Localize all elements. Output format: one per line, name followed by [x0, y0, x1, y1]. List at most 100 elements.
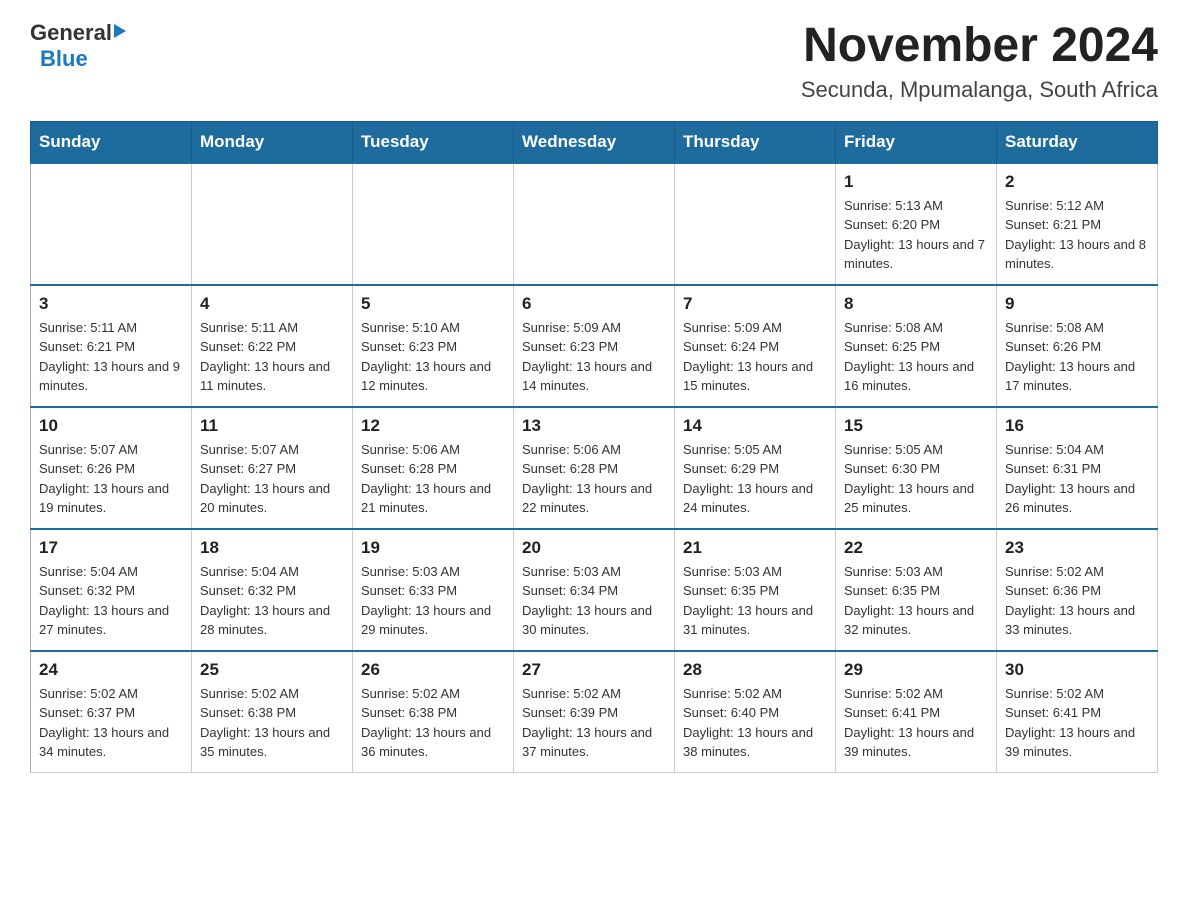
cell-sun-info: Sunrise: 5:03 AM Sunset: 6:34 PM Dayligh…: [522, 562, 666, 640]
cell-day-number: 6: [522, 294, 666, 314]
table-row: 19 Sunrise: 5:03 AM Sunset: 6:33 PM Dayli…: [353, 529, 514, 651]
table-row: [675, 163, 836, 285]
cell-day-number: 29: [844, 660, 988, 680]
calendar-title: November 2024: [801, 20, 1158, 73]
cell-sun-info: Sunrise: 5:09 AM Sunset: 6:24 PM Dayligh…: [683, 318, 827, 396]
calendar-week-row: 1 Sunrise: 5:13 AM Sunset: 6:20 PM Daylig…: [31, 163, 1158, 285]
cell-sun-info: Sunrise: 5:11 AM Sunset: 6:22 PM Dayligh…: [200, 318, 344, 396]
cell-day-number: 11: [200, 416, 344, 436]
logo-arrow-icon: [114, 24, 126, 38]
table-row: 10 Sunrise: 5:07 AM Sunset: 6:26 PM Dayli…: [31, 407, 192, 529]
cell-sun-info: Sunrise: 5:03 AM Sunset: 6:33 PM Dayligh…: [361, 562, 505, 640]
cell-sun-info: Sunrise: 5:02 AM Sunset: 6:40 PM Dayligh…: [683, 684, 827, 762]
table-row: 16Sunrise: 5:04 AM Sunset: 6:31 PM Dayli…: [997, 407, 1158, 529]
cell-day-number: 24: [39, 660, 183, 680]
cell-day-number: 4: [200, 294, 344, 314]
cell-sun-info: Sunrise: 5:02 AM Sunset: 6:41 PM Dayligh…: [844, 684, 988, 762]
table-row: 8Sunrise: 5:08 AM Sunset: 6:25 PM Daylig…: [836, 285, 997, 407]
cell-day-number: 12: [361, 416, 505, 436]
table-row: 28 Sunrise: 5:02 AM Sunset: 6:40 PM Dayli…: [675, 651, 836, 773]
table-row: 27 Sunrise: 5:02 AM Sunset: 6:39 PM Dayli…: [514, 651, 675, 773]
table-row: [192, 163, 353, 285]
table-row: 15 Sunrise: 5:05 AM Sunset: 6:30 PM Dayli…: [836, 407, 997, 529]
table-row: 2Sunrise: 5:12 AM Sunset: 6:21 PM Daylig…: [997, 163, 1158, 285]
cell-day-number: 10: [39, 416, 183, 436]
table-row: 20 Sunrise: 5:03 AM Sunset: 6:34 PM Dayli…: [514, 529, 675, 651]
calendar-week-row: 3Sunrise: 5:11 AM Sunset: 6:21 PM Daylig…: [31, 285, 1158, 407]
calendar-week-row: 17 Sunrise: 5:04 AM Sunset: 6:32 PM Dayli…: [31, 529, 1158, 651]
table-row: 29 Sunrise: 5:02 AM Sunset: 6:41 PM Dayli…: [836, 651, 997, 773]
cell-day-number: 25: [200, 660, 344, 680]
table-row: 5 Sunrise: 5:10 AM Sunset: 6:23 PM Daylig…: [353, 285, 514, 407]
cell-sun-info: Sunrise: 5:04 AM Sunset: 6:32 PM Dayligh…: [39, 562, 183, 640]
cell-day-number: 21: [683, 538, 827, 558]
cell-sun-info: Sunrise: 5:02 AM Sunset: 6:39 PM Dayligh…: [522, 684, 666, 762]
table-row: 23 Sunrise: 5:02 AM Sunset: 6:36 PM Dayli…: [997, 529, 1158, 651]
cell-day-number: 28: [683, 660, 827, 680]
calendar-week-row: 10 Sunrise: 5:07 AM Sunset: 6:26 PM Dayli…: [31, 407, 1158, 529]
cell-day-number: 5: [361, 294, 505, 314]
header-saturday: Saturday: [997, 121, 1158, 163]
header-thursday: Thursday: [675, 121, 836, 163]
cell-sun-info: Sunrise: 5:05 AM Sunset: 6:30 PM Dayligh…: [844, 440, 988, 518]
table-row: [31, 163, 192, 285]
cell-sun-info: Sunrise: 5:02 AM Sunset: 6:38 PM Dayligh…: [200, 684, 344, 762]
cell-sun-info: Sunrise: 5:11 AM Sunset: 6:21 PM Dayligh…: [39, 318, 183, 396]
calendar-week-row: 24Sunrise: 5:02 AM Sunset: 6:37 PM Dayli…: [31, 651, 1158, 773]
cell-day-number: 30: [1005, 660, 1149, 680]
table-row: 24Sunrise: 5:02 AM Sunset: 6:37 PM Dayli…: [31, 651, 192, 773]
cell-day-number: 19: [361, 538, 505, 558]
cell-sun-info: Sunrise: 5:04 AM Sunset: 6:32 PM Dayligh…: [200, 562, 344, 640]
page-header: General Blue November 2024 Secunda, Mpum…: [30, 20, 1158, 103]
cell-sun-info: Sunrise: 5:05 AM Sunset: 6:29 PM Dayligh…: [683, 440, 827, 518]
table-row: 25 Sunrise: 5:02 AM Sunset: 6:38 PM Dayli…: [192, 651, 353, 773]
table-row: 9 Sunrise: 5:08 AM Sunset: 6:26 PM Daylig…: [997, 285, 1158, 407]
header-tuesday: Tuesday: [353, 121, 514, 163]
cell-sun-info: Sunrise: 5:02 AM Sunset: 6:36 PM Dayligh…: [1005, 562, 1149, 640]
table-row: 7 Sunrise: 5:09 AM Sunset: 6:24 PM Daylig…: [675, 285, 836, 407]
table-row: 11Sunrise: 5:07 AM Sunset: 6:27 PM Dayli…: [192, 407, 353, 529]
cell-sun-info: Sunrise: 5:07 AM Sunset: 6:26 PM Dayligh…: [39, 440, 183, 518]
cell-day-number: 27: [522, 660, 666, 680]
logo-blue-text: Blue: [40, 46, 88, 72]
table-row: [514, 163, 675, 285]
calendar-header-row: Sunday Monday Tuesday Wednesday Thursday…: [31, 121, 1158, 163]
cell-sun-info: Sunrise: 5:13 AM Sunset: 6:20 PM Dayligh…: [844, 196, 988, 274]
cell-sun-info: Sunrise: 5:06 AM Sunset: 6:28 PM Dayligh…: [522, 440, 666, 518]
cell-day-number: 1: [844, 172, 988, 192]
calendar-subtitle: Secunda, Mpumalanga, South Africa: [801, 77, 1158, 103]
table-row: 3Sunrise: 5:11 AM Sunset: 6:21 PM Daylig…: [31, 285, 192, 407]
table-row: 17 Sunrise: 5:04 AM Sunset: 6:32 PM Dayli…: [31, 529, 192, 651]
cell-sun-info: Sunrise: 5:06 AM Sunset: 6:28 PM Dayligh…: [361, 440, 505, 518]
cell-day-number: 7: [683, 294, 827, 314]
cell-sun-info: Sunrise: 5:02 AM Sunset: 6:41 PM Dayligh…: [1005, 684, 1149, 762]
table-row: 18 Sunrise: 5:04 AM Sunset: 6:32 PM Dayli…: [192, 529, 353, 651]
table-row: 13 Sunrise: 5:06 AM Sunset: 6:28 PM Dayli…: [514, 407, 675, 529]
cell-day-number: 23: [1005, 538, 1149, 558]
cell-day-number: 17: [39, 538, 183, 558]
cell-day-number: 2: [1005, 172, 1149, 192]
table-row: 22 Sunrise: 5:03 AM Sunset: 6:35 PM Dayli…: [836, 529, 997, 651]
cell-day-number: 16: [1005, 416, 1149, 436]
calendar-table: Sunday Monday Tuesday Wednesday Thursday…: [30, 121, 1158, 773]
cell-sun-info: Sunrise: 5:08 AM Sunset: 6:26 PM Dayligh…: [1005, 318, 1149, 396]
cell-day-number: 22: [844, 538, 988, 558]
cell-sun-info: Sunrise: 5:03 AM Sunset: 6:35 PM Dayligh…: [844, 562, 988, 640]
table-row: 21 Sunrise: 5:03 AM Sunset: 6:35 PM Dayli…: [675, 529, 836, 651]
table-row: 12 Sunrise: 5:06 AM Sunset: 6:28 PM Dayli…: [353, 407, 514, 529]
cell-day-number: 14: [683, 416, 827, 436]
cell-sun-info: Sunrise: 5:09 AM Sunset: 6:23 PM Dayligh…: [522, 318, 666, 396]
cell-sun-info: Sunrise: 5:03 AM Sunset: 6:35 PM Dayligh…: [683, 562, 827, 640]
header-friday: Friday: [836, 121, 997, 163]
cell-sun-info: Sunrise: 5:10 AM Sunset: 6:23 PM Dayligh…: [361, 318, 505, 396]
cell-day-number: 13: [522, 416, 666, 436]
cell-day-number: 18: [200, 538, 344, 558]
cell-day-number: 9: [1005, 294, 1149, 314]
cell-day-number: 20: [522, 538, 666, 558]
cell-sun-info: Sunrise: 5:08 AM Sunset: 6:25 PM Dayligh…: [844, 318, 988, 396]
cell-day-number: 15: [844, 416, 988, 436]
title-block: November 2024 Secunda, Mpumalanga, South…: [801, 20, 1158, 103]
header-wednesday: Wednesday: [514, 121, 675, 163]
table-row: 4 Sunrise: 5:11 AM Sunset: 6:22 PM Daylig…: [192, 285, 353, 407]
logo: General Blue: [30, 20, 126, 72]
